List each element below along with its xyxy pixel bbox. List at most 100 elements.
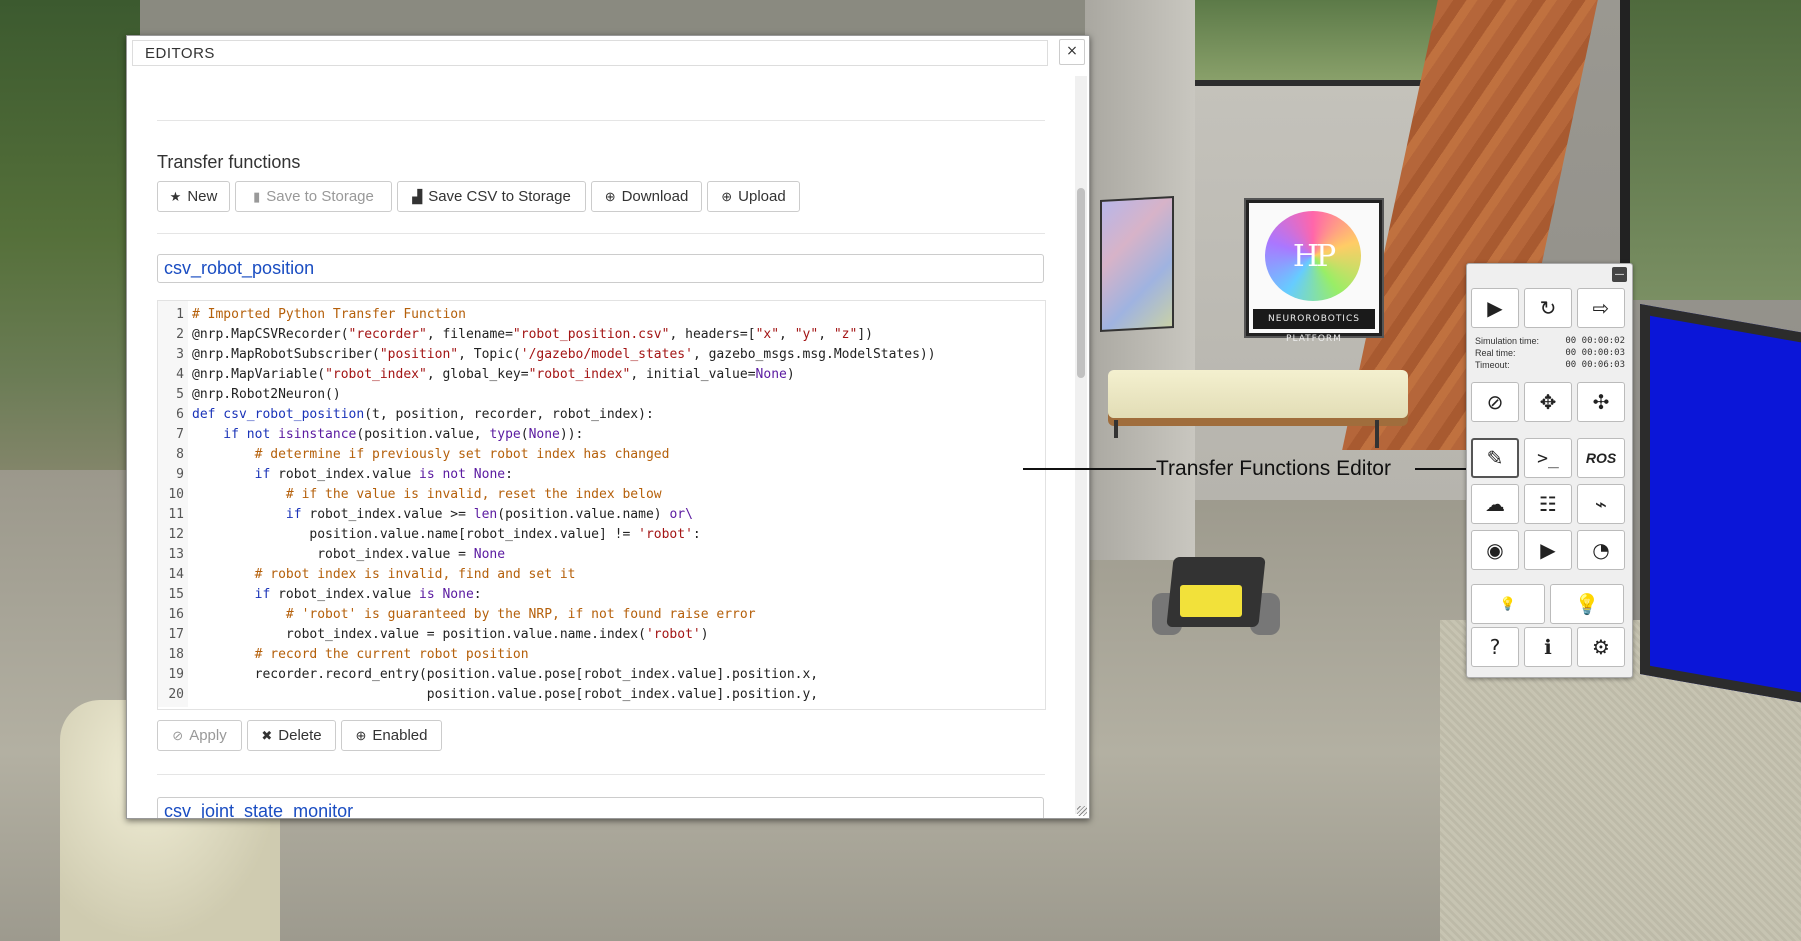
time-label: Simulation time: — [1475, 336, 1540, 346]
time-label: Timeout: — [1475, 360, 1510, 370]
small-bulb-icon: 💡 — [1499, 596, 1517, 612]
spike-train-button[interactable]: ☷ — [1524, 484, 1572, 524]
check-circle-icon: ⊘ — [172, 727, 184, 743]
ros-terminal-button[interactable]: ROS — [1577, 438, 1625, 478]
bench-leg — [1114, 420, 1118, 438]
brain-visualizer-button[interactable]: ☁ — [1471, 484, 1519, 524]
new-label: New — [187, 188, 218, 205]
editors-content[interactable]: Transfer functions ★ New ▮ Save to Storage… — [127, 74, 1071, 818]
save-to-storage-button[interactable]: ▮ Save to Storage — [235, 181, 392, 212]
time-display: Simulation time: 00 00:00:02 Real time: 00… — [1475, 336, 1625, 372]
poster-caption: NEUROROBOTICS PLATFORM — [1253, 309, 1375, 344]
time-value: 00 00:00:03 — [1565, 348, 1625, 358]
line-number: 6 — [176, 407, 184, 422]
upload-button[interactable]: ⊕ Upload — [707, 181, 800, 212]
timeout-row: Timeout: 00 00:06:03 — [1475, 360, 1625, 372]
line-number: 12 — [168, 527, 184, 542]
light-decrease-button[interactable]: 💡 — [1471, 584, 1545, 624]
resize-handle[interactable] — [1077, 806, 1087, 816]
transfer-function-name-input[interactable]: csv_joint_state_monitor — [157, 797, 1044, 818]
terminal-button[interactable]: >_ — [1524, 438, 1572, 478]
hbp-poster: HP NEUROROBOTICS PLATFORM — [1246, 200, 1382, 344]
upload-icon: ⊕ — [721, 188, 733, 204]
exit-button[interactable]: ⇨ — [1577, 288, 1625, 328]
sphere-icon: ◔ — [1592, 538, 1610, 562]
time-value: 00 00:00:02 — [1565, 336, 1625, 346]
ros-label: ROS — [1585, 450, 1617, 466]
blue-screen — [1640, 304, 1801, 706]
scrollbar-thumb[interactable] — [1077, 188, 1085, 378]
code-line: if robot_index.value is not None: — [192, 467, 513, 482]
line-number: 17 — [168, 627, 184, 642]
play-button[interactable]: ▶ — [1471, 288, 1519, 328]
robot-yellow-panel — [1180, 585, 1242, 617]
close-button[interactable]: × — [1059, 39, 1085, 65]
orbit-icon: ✣ — [1592, 390, 1610, 414]
code-line: if robot_index.value is None: — [192, 587, 482, 602]
new-button[interactable]: ★ New — [157, 181, 230, 212]
divider — [157, 774, 1045, 775]
line-number: 13 — [168, 547, 184, 562]
play-icon: ▶ — [1487, 296, 1503, 320]
code-line: @nrp.MapCSVRecorder("recorder", filename… — [192, 327, 873, 342]
minimize-button[interactable]: — — [1612, 267, 1627, 282]
husky-robot[interactable] — [1152, 545, 1282, 645]
line-number: 18 — [168, 647, 184, 662]
edit-icon: ✎ — [1486, 446, 1504, 470]
simulation-time-row: Simulation time: 00 00:00:02 — [1475, 336, 1625, 348]
save-to-storage-label: Save to Storage — [266, 188, 374, 205]
code-editor[interactable]: 1 2 3 4 5 6 7 8 9 10 11 12 13 14 15 16 1… — [157, 300, 1046, 710]
editors-header[interactable]: EDITORS — [132, 40, 1048, 66]
download-button[interactable]: ⊕ Download — [591, 181, 702, 212]
code-line: robot_index.value = position.value.name.… — [192, 627, 709, 642]
info-button[interactable]: ℹ — [1524, 627, 1572, 667]
line-number-gutter: 1 2 3 4 5 6 7 8 9 10 11 12 13 14 15 16 1… — [158, 301, 188, 707]
editors-window[interactable]: EDITORS × Transfer functions ★ New ▮ Save … — [126, 35, 1090, 819]
move-arrows-icon: ✥ — [1539, 390, 1557, 414]
code-line: # record the current robot position — [192, 647, 529, 662]
line-number: 15 — [168, 587, 184, 602]
time-label: Real time: — [1475, 348, 1516, 358]
robot-view-button[interactable]: ◉ — [1471, 530, 1519, 570]
divider — [157, 120, 1045, 121]
code-line: # Imported Python Transfer Function — [192, 307, 466, 322]
environment-objects-button[interactable]: ◔ — [1577, 530, 1625, 570]
info-icon: ℹ — [1544, 635, 1552, 659]
joint-plot-button[interactable]: ⌁ — [1577, 484, 1625, 524]
line-number: 8 — [176, 447, 184, 462]
reset-button[interactable]: ↻ — [1524, 288, 1572, 328]
transfer-functions-editor-button[interactable]: ✎ — [1471, 438, 1519, 478]
code-line: # determine if previously set robot inde… — [192, 447, 670, 462]
settings-button[interactable]: ⚙ — [1577, 627, 1625, 667]
editor-scrollbar[interactable] — [1075, 76, 1087, 814]
code-line: def csv_robot_position(t, position, reco… — [192, 407, 654, 422]
simulation-toolbar[interactable]: — ▶ ↻ ⇨ Simulation time: 00 00:00:02 Real… — [1466, 263, 1633, 678]
terminal-icon: >_ — [1537, 447, 1559, 469]
save-csv-button[interactable]: ▟ Save CSV to Storage — [397, 181, 586, 212]
code-line: @nrp.MapRobotSubscriber("position", Topi… — [192, 347, 936, 362]
rotate-button[interactable]: ✣ — [1577, 382, 1625, 422]
video-stream-button[interactable]: ▶ — [1524, 530, 1572, 570]
eye-icon: ◉ — [1486, 538, 1504, 562]
line-number: 11 — [168, 507, 184, 522]
editors-title: EDITORS — [145, 45, 215, 62]
gear-icon: ⚙ — [1592, 635, 1610, 659]
abstract-poster — [1100, 196, 1174, 332]
light-increase-button[interactable]: 💡 — [1550, 584, 1624, 624]
real-time-row: Real time: 00 00:00:03 — [1475, 348, 1625, 360]
translate-button[interactable]: ✥ — [1524, 382, 1572, 422]
line-number: 3 — [176, 347, 184, 362]
transfer-function-name-input[interactable]: csv_robot_position — [157, 254, 1044, 283]
delete-button[interactable]: ✖ Delete — [247, 720, 336, 751]
line-chart-icon: ⌁ — [1594, 492, 1608, 516]
enabled-toggle-button[interactable]: ⊕ Enabled — [341, 720, 442, 751]
bench — [1108, 370, 1408, 418]
apply-button[interactable]: ⊘ Apply — [157, 720, 242, 751]
navigation-mode-button[interactable]: ⊘ — [1471, 382, 1519, 422]
code-line: if not isinstance(position.value, type(N… — [192, 427, 584, 442]
refresh-icon: ↻ — [1539, 296, 1557, 320]
help-button[interactable]: ? — [1471, 627, 1519, 667]
file-icon: ▮ — [253, 188, 261, 204]
code-line: @nrp.MapVariable("robot_index", global_k… — [192, 367, 795, 382]
code-line: @nrp.Robot2Neuron() — [192, 387, 341, 402]
